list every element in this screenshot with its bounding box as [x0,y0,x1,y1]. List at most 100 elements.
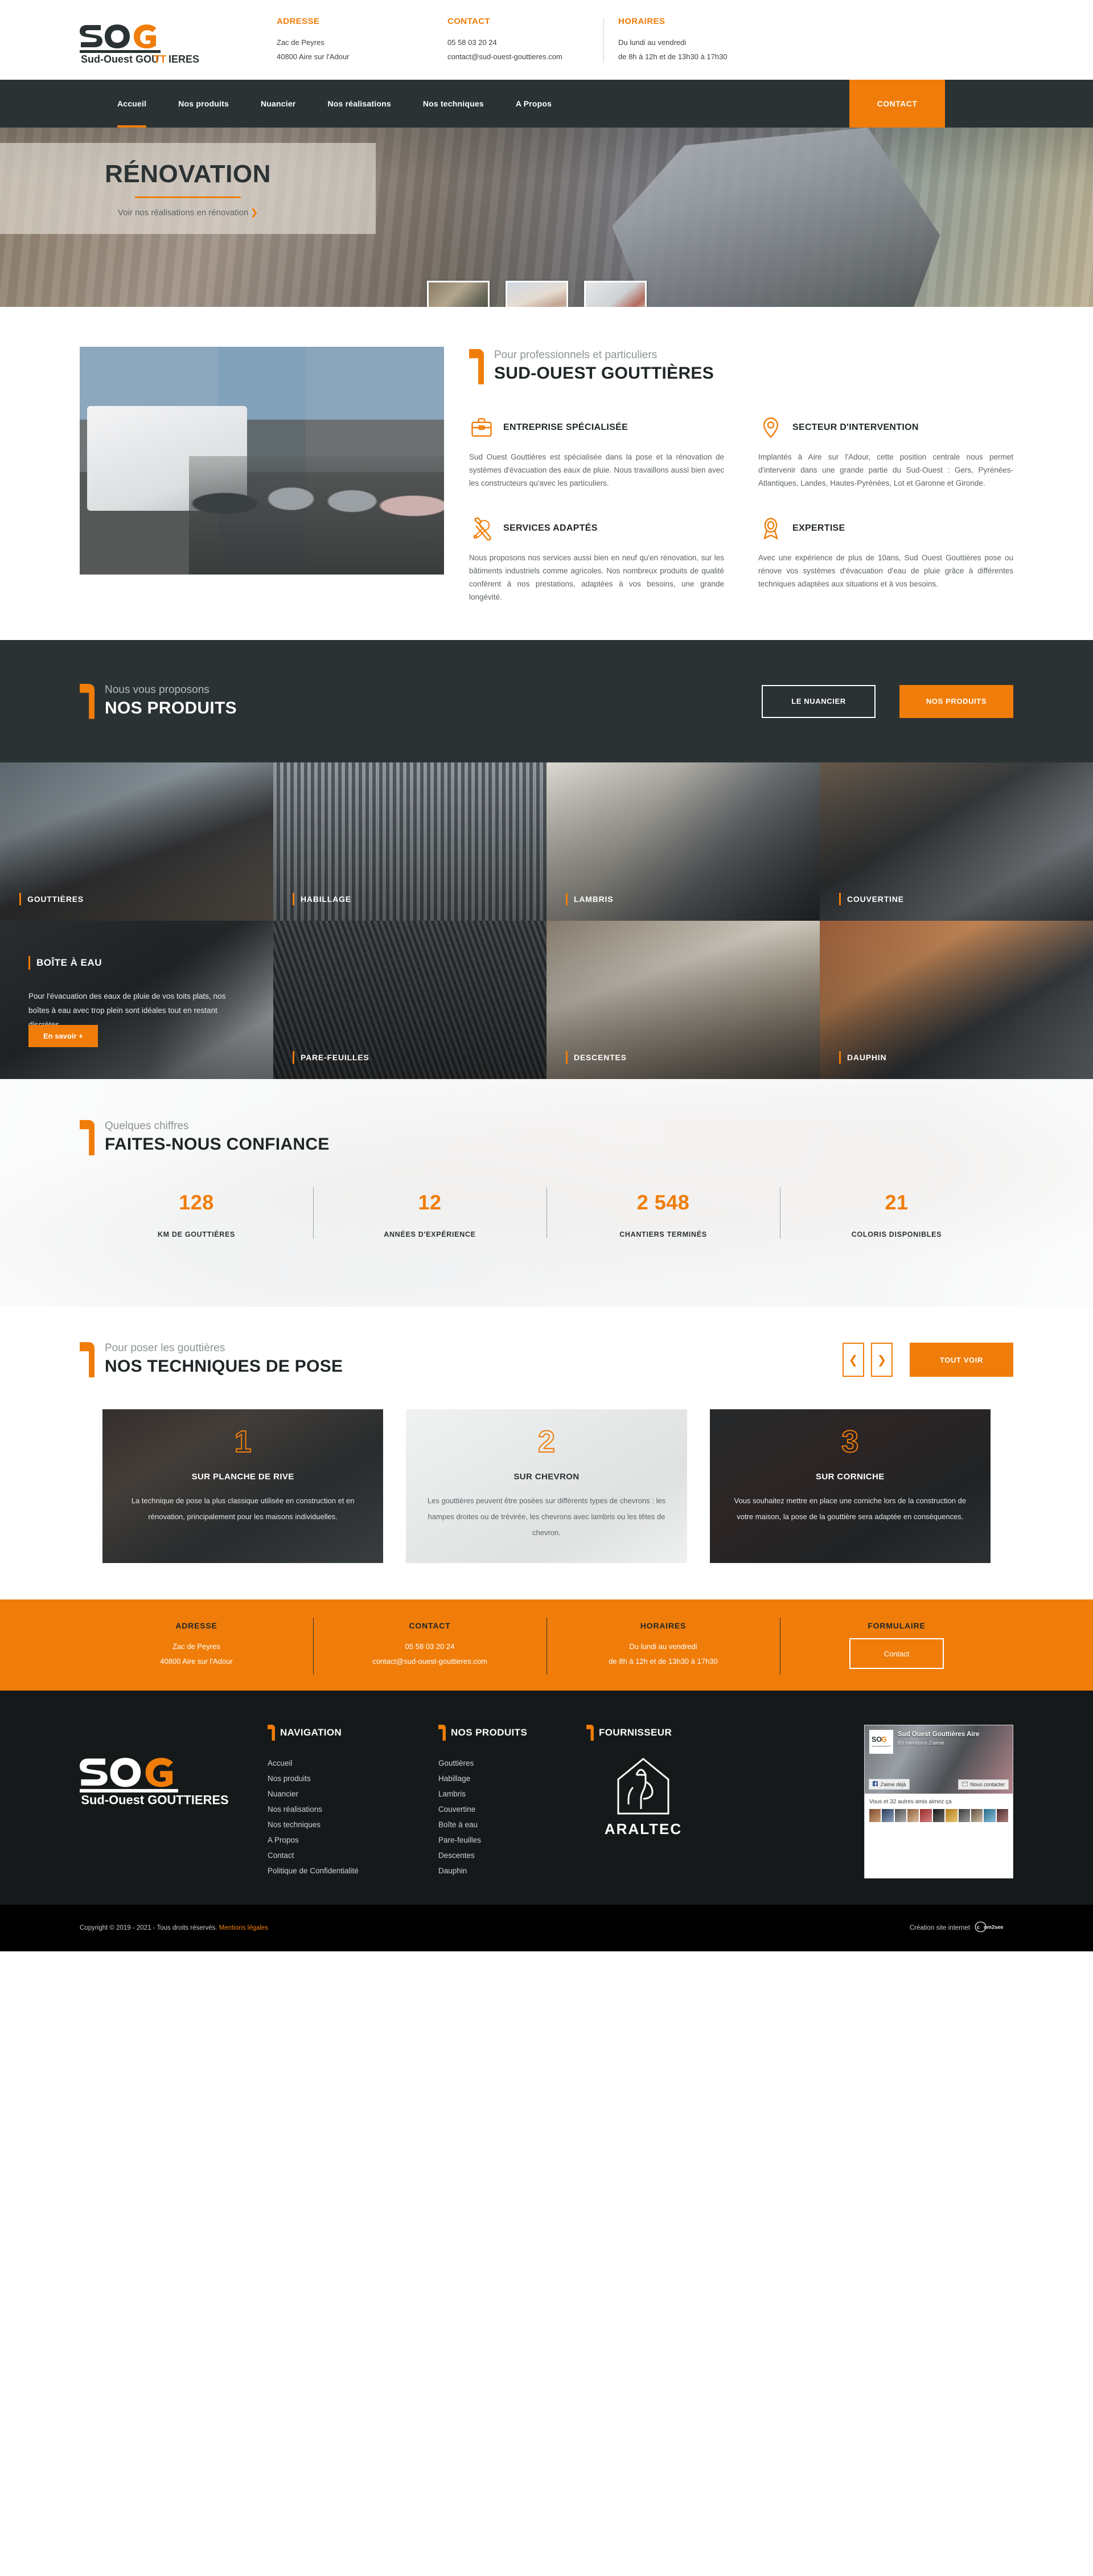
hero-thumb-renovation[interactable] [427,281,490,307]
footer-link-nos-realisations[interactable]: Nos réalisations [268,1802,421,1817]
stat-value: 2 548 [636,1191,690,1214]
footer-product-lambris[interactable]: Lambris [438,1786,569,1802]
product-card-habillage[interactable]: HABILLAGE [273,762,546,921]
techniques-heading: Pour poser les gouttières NOS TECHNIQUES… [80,1342,343,1377]
contact-band-formulaire: FORMULAIRE Contact [780,1618,1013,1675]
com2see-logo[interactable]: c om2see [975,1921,1013,1935]
facebook-like-count: 83 mentions J'aime [898,1740,944,1746]
about-feature-grid: ENTREPRISE SPÉCIALISÉE Sud Ouest Gouttiè… [469,415,1013,604]
araltec-name: ARALTEC [604,1820,683,1837]
facebook-social-context: Vous et 32 autres amis aimez ça [865,1794,1013,1828]
technique-card-sur-planche-de-rive[interactable]: 1 SUR PLANCHE DE RIVE La technique de po… [102,1409,384,1563]
footer-product-descentes[interactable]: Descentes [438,1848,569,1863]
hero-caption: RÉNOVATION Voir nos réalisations en réno… [0,143,376,234]
technique-number: 2 [537,1425,556,1459]
product-card-lambris[interactable]: LAMBRIS [546,762,820,921]
nav-item-nuancier[interactable]: Nuancier [245,80,312,128]
product-card-gouttieres[interactable]: GOUTTIÈRES [0,762,273,921]
contact-band: ADRESSE Zac de Peyres 40800 Aire sur l'A… [0,1599,1093,1691]
contact-band-adresse: ADRESSE Zac de Peyres 40800 Aire sur l'A… [80,1621,313,1669]
nav-contact-button[interactable]: CONTACT [849,80,945,128]
footer-link-contact[interactable]: Contact [268,1848,421,1863]
contact-band-horaires: HORAIRES Du lundi au vendredi de 8h à 12… [546,1618,780,1675]
stat-coloris-disponibles: 21 COLORIS DISPONIBLES [780,1187,1013,1238]
footer-product-boite-a-eau[interactable]: Boîte à eau [438,1817,569,1832]
product-card-descentes[interactable]: DESCENTES [546,921,820,1079]
mentions-legales-link[interactable]: Mentions légales [219,1925,268,1931]
hero-thumb-construction-neuve[interactable] [506,281,568,307]
chevron-left-icon[interactable]: ❮ [843,1343,864,1377]
nos-produits-button[interactable]: NOS PRODUITS [899,684,1013,718]
hook-icon [586,1725,594,1741]
nav-item-nos-produits[interactable]: Nos produits [162,80,245,128]
avatar [882,1809,894,1822]
feature-text: Avec une expérience de plus de 10ans, Su… [758,553,1013,588]
site-footer: Sud-Ouest GOUTTIERES NAVIGATION Accueil … [0,1691,1093,1905]
topbar-title-adresse: ADRESSE [277,16,320,26]
stats-section: Quelques chiffres FAITES-NOUS CONFIANCE … [0,1079,1093,1307]
chevron-right-icon[interactable]: ❯ [871,1343,893,1377]
product-card-pare-feuilles[interactable]: PARE-FEUILLES [273,921,546,1079]
facebook-like-button[interactable]: J'aime déjà [869,1779,910,1790]
contact-band-title: CONTACT [409,1621,451,1630]
nav-item-a-propos[interactable]: A Propos [500,80,568,128]
feature-services-adaptes: SERVICES ADAPTÉS Nous proposons nos serv… [469,516,724,604]
footer-product-couvertine[interactable]: Couvertine [438,1802,569,1817]
araltec-logo[interactable]: ARALTEC [586,1755,700,1838]
about-heading: Pour professionnels et particuliers SUD-… [469,349,1013,384]
footer-link-politique-confidentialite[interactable]: Politique de Confidentialité [268,1863,421,1878]
topbar-phone[interactable]: 05 58 03 20 24 [447,35,603,50]
technique-card-sur-corniche[interactable]: 3 SUR CORNICHE Vous souhaitez mettre en … [709,1409,991,1563]
footer-link-a-propos[interactable]: A Propos [268,1832,421,1848]
hero-slider: RÉNOVATION Voir nos réalisations en réno… [0,128,1093,307]
site-logo[interactable]: Sud-Ouest GOU TT IERES [80,15,216,65]
facebook-contact-button[interactable]: Nous contacter [958,1779,1009,1790]
avatar [907,1809,919,1822]
hero-thumbnail-list [427,281,647,307]
technique-card-sur-chevron[interactable]: 2 SUR CHEVRON Les gouttières peuvent êtr… [406,1409,687,1563]
avatar [971,1809,983,1822]
contact-band-email[interactable]: contact@sud-ouest-gouttieres.com [324,1654,535,1669]
nav-item-nos-realisations[interactable]: Nos réalisations [311,80,406,128]
avatar [946,1809,958,1822]
feature-expertise: EXPERTISE Avec une expérience de plus de… [758,516,1013,604]
footer-product-habillage[interactable]: Habillage [438,1771,569,1786]
product-card-couvertine[interactable]: COUVERTINE [820,762,1093,921]
stats-row: 128 KM DE GOUTTIÈRES 12 ANNÉES D'EXPÉRIE… [80,1187,1013,1238]
technique-text: Les gouttières peuvent être posées sur d… [427,1496,666,1537]
topbar-column-adresse: ADRESSE Zac de Peyres 40800 Aire sur l'A… [262,17,433,64]
contact-band-phone[interactable]: 05 58 03 20 24 [324,1639,535,1654]
product-grid-row-2: BOÎTE À EAU Pour l'évacuation des eaux d… [0,921,1093,1079]
en-savoir-plus-button[interactable]: En savoir + [28,1025,98,1047]
technique-number: 1 [234,1425,252,1459]
facebook-page-widget[interactable]: SO G Sud-Ouest GOUTTIERES Sud Ouest Gout… [864,1725,1013,1878]
products-supertitle: Nous vous proposons [105,683,209,696]
footer-product-dauphin[interactable]: Dauphin [438,1863,569,1878]
footer-link-nuancier[interactable]: Nuancier [268,1786,421,1802]
contact-form-button[interactable]: Contact [849,1638,944,1669]
envelope-icon [962,1782,968,1787]
nav-item-nos-techniques[interactable]: Nos techniques [407,80,500,128]
hero-cta-link[interactable]: Voir nos réalisations en rénovation ❯ [118,207,258,218]
stats-supertitle: Quelques chiffres [105,1120,189,1132]
svg-text:om2see: om2see [984,1924,1004,1930]
hero-thumb-batiment-industriel[interactable] [584,281,647,307]
footer-link-accueil[interactable]: Accueil [268,1755,421,1771]
footer-column-fournisseur: FOURNISSEUR ARALTEC [586,1725,717,1878]
footer-link-nos-produits[interactable]: Nos produits [268,1771,421,1786]
footer-product-pare-feuilles[interactable]: Pare-feuilles [438,1832,569,1848]
nuancier-button[interactable]: LE NUANCIER [762,684,876,718]
footer-product-gouttieres[interactable]: Gouttières [438,1755,569,1771]
product-card-boite-a-eau[interactable]: BOÎTE À EAU Pour l'évacuation des eaux d… [0,921,273,1079]
footer-logo[interactable]: Sud-Ouest GOUTTIERES [80,1725,250,1878]
product-card-dauphin[interactable]: DAUPHIN [820,921,1093,1079]
nav-item-accueil[interactable]: Accueil [101,80,162,128]
stat-km-de-gouttieres: 128 KM DE GOUTTIÈRES [80,1191,313,1238]
avatar [958,1809,970,1822]
stat-chantiers-termines: 2 548 CHANTIERS TERMINÉS [546,1187,780,1238]
footer-link-nos-techniques[interactable]: Nos techniques [268,1817,421,1832]
topbar-email[interactable]: contact@sud-ouest-gouttieres.com [447,50,603,64]
technique-text: Vous souhaitez mettre en place une corni… [734,1496,967,1521]
tout-voir-button[interactable]: TOUT VOIR [910,1343,1013,1377]
techniques-supertitle: Pour poser les gouttières [105,1342,225,1354]
